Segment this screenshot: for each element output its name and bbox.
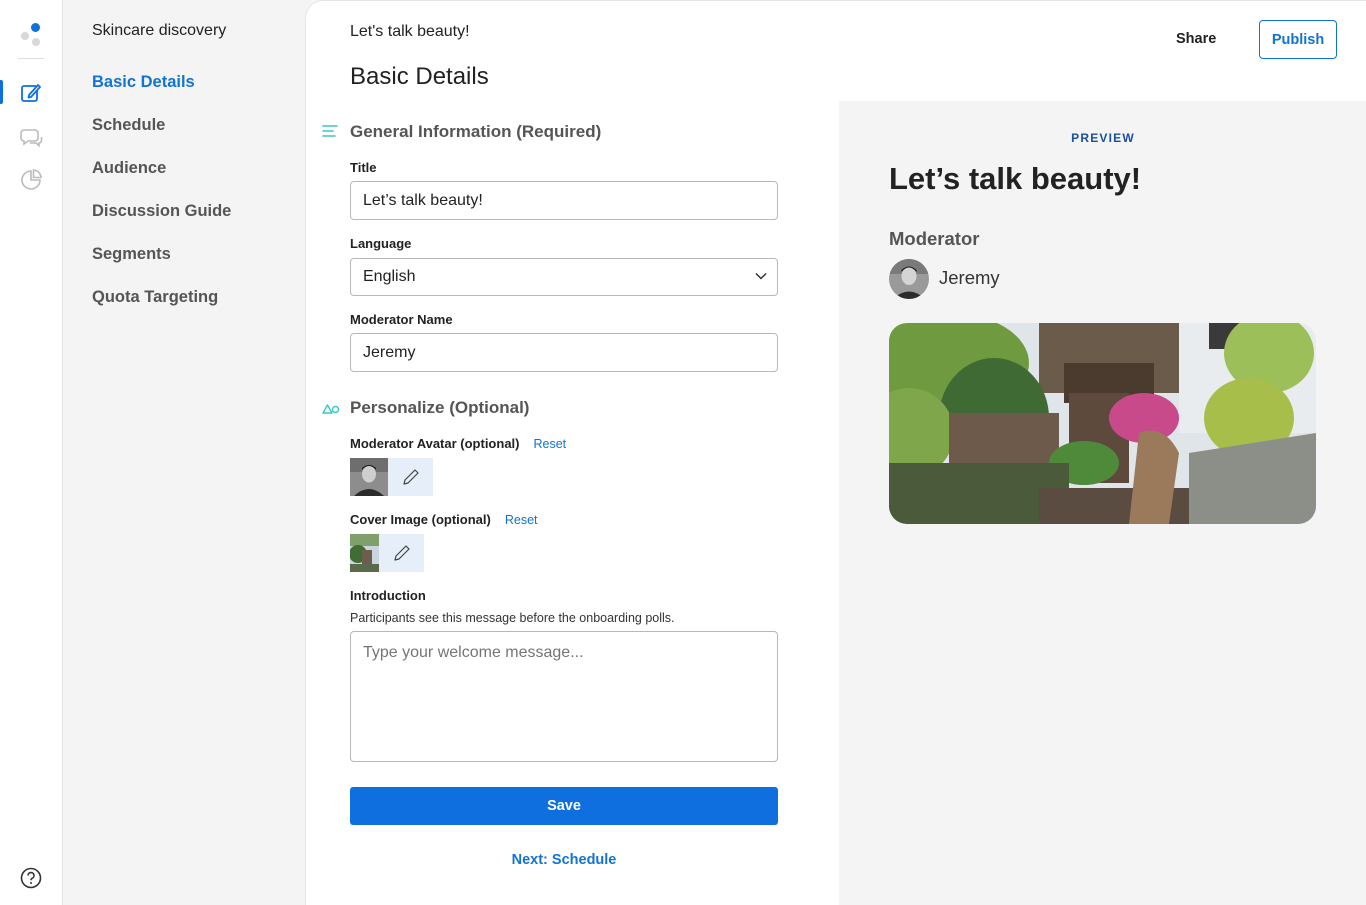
preview-label: PREVIEW bbox=[1071, 131, 1135, 145]
nav-item-segments[interactable]: Segments bbox=[92, 244, 231, 287]
pencil-icon bbox=[393, 545, 410, 561]
avatar-reset-link[interactable]: Reset bbox=[534, 437, 567, 451]
save-button[interactable]: Save bbox=[350, 787, 778, 825]
shapes-icon bbox=[321, 400, 341, 416]
moderator-avatar-label-text: Moderator Avatar (optional) bbox=[350, 436, 520, 451]
section-nav: Skincare discovery Basic Details Schedul… bbox=[63, 0, 305, 905]
moderator-avatar-label: Moderator Avatar (optional) Reset bbox=[350, 436, 566, 451]
section-list: Basic Details Schedule Audience Discussi… bbox=[92, 72, 231, 330]
cover-reset-link[interactable]: Reset bbox=[505, 513, 538, 527]
help-icon[interactable] bbox=[18, 865, 44, 891]
language-value: English bbox=[363, 268, 416, 285]
preview-avatar bbox=[889, 259, 929, 299]
preview-panel: PREVIEW Let’s talk beauty! Moderator Jer… bbox=[839, 101, 1366, 905]
title-input[interactable] bbox=[350, 181, 778, 220]
avatar-thumbnail bbox=[350, 458, 388, 496]
introduction-label: Introduction bbox=[350, 588, 426, 603]
chevron-down-icon bbox=[755, 272, 767, 280]
edit-icon[interactable] bbox=[18, 80, 44, 106]
moderator-name-label: Moderator Name bbox=[350, 312, 453, 327]
personalize-title: Personalize (Optional) bbox=[350, 398, 530, 417]
analytics-icon[interactable] bbox=[18, 167, 44, 193]
avatar-picker bbox=[350, 458, 433, 496]
cover-image-label: Cover Image (optional) Reset bbox=[350, 512, 538, 527]
language-label: Language bbox=[350, 236, 412, 251]
app-logo-icon[interactable] bbox=[19, 21, 45, 47]
nav-item-audience[interactable]: Audience bbox=[92, 158, 231, 201]
nav-item-quota-targeting[interactable]: Quota Targeting bbox=[92, 287, 231, 330]
moderator-name-input[interactable] bbox=[350, 333, 778, 372]
nav-item-schedule[interactable]: Schedule bbox=[92, 115, 231, 158]
preview-cover-image bbox=[889, 323, 1316, 524]
nav-item-basic-details[interactable]: Basic Details bbox=[92, 72, 231, 115]
nav-item-discussion-guide[interactable]: Discussion Guide bbox=[92, 201, 231, 244]
rail-divider bbox=[18, 58, 44, 59]
project-name: Skincare discovery bbox=[92, 22, 227, 39]
pencil-icon bbox=[402, 469, 419, 485]
cover-image-label-text: Cover Image (optional) bbox=[350, 512, 491, 527]
cover-picker bbox=[350, 534, 424, 572]
avatar-edit-button[interactable] bbox=[388, 458, 433, 496]
preview-moderator-heading: Moderator bbox=[889, 228, 980, 249]
title-label: Title bbox=[350, 160, 377, 175]
introduction-hint: Participants see this message before the… bbox=[350, 611, 675, 625]
breadcrumb: Let's talk beauty! bbox=[350, 23, 470, 40]
general-info-title: General Information (Required) bbox=[350, 122, 602, 141]
list-lines-icon bbox=[321, 123, 341, 139]
page-title: Basic Details bbox=[350, 63, 489, 90]
basic-details-form: General Information (Required) Title Lan… bbox=[306, 101, 839, 905]
main-panel: Let's talk beauty! Basic Details Share P… bbox=[305, 0, 1366, 905]
cover-edit-button[interactable] bbox=[379, 534, 424, 572]
language-select[interactable]: English bbox=[350, 258, 778, 296]
preview-moderator-name: Jeremy bbox=[939, 267, 1000, 288]
share-button[interactable]: Share bbox=[1176, 31, 1216, 47]
preview-title: Let’s talk beauty! bbox=[889, 161, 1142, 196]
icon-rail bbox=[0, 0, 63, 905]
chat-icon[interactable] bbox=[18, 124, 44, 150]
next-schedule-link[interactable]: Next: Schedule bbox=[350, 852, 778, 868]
cover-thumbnail bbox=[350, 534, 379, 572]
introduction-textarea[interactable] bbox=[350, 631, 778, 762]
rail-active-indicator bbox=[0, 80, 3, 104]
publish-button[interactable]: Publish bbox=[1259, 20, 1337, 59]
